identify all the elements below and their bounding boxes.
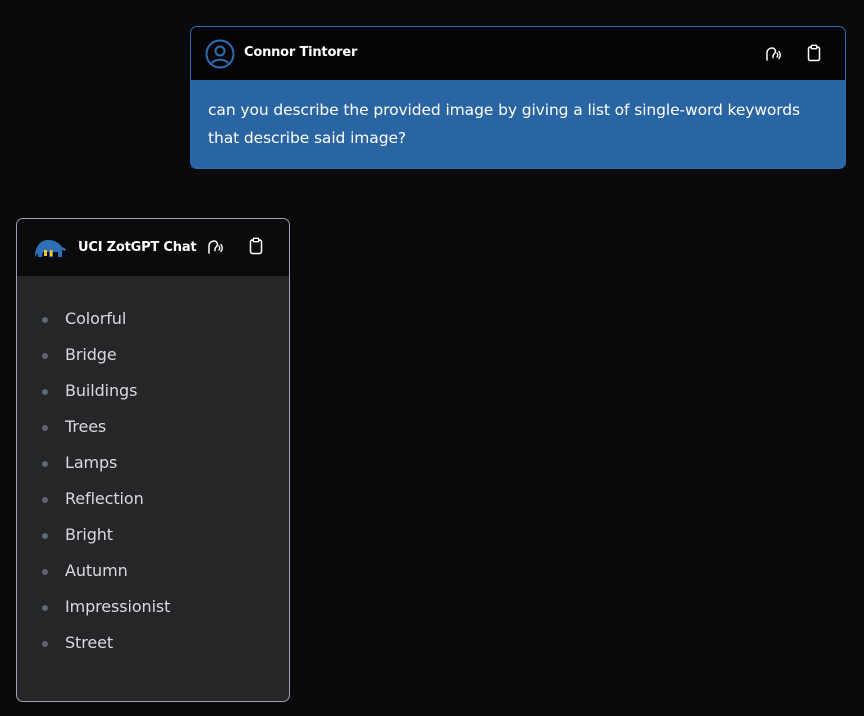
bot-message-header: UCI ZotGPT Chat xyxy=(17,219,289,276)
bot-message-card: UCI ZotGPT Chat Colorful Bridge Building… xyxy=(16,218,290,702)
keyword-text: Bright xyxy=(65,525,113,544)
clipboard-icon[interactable] xyxy=(805,44,823,62)
list-item: Trees xyxy=(17,417,289,457)
user-message-card: Connor Tintorer can you describe the pro… xyxy=(190,26,846,169)
keyword-text: Colorful xyxy=(65,309,127,328)
user-avatar-icon xyxy=(205,39,235,69)
bullet-icon xyxy=(42,569,48,575)
bullet-icon xyxy=(42,425,48,431)
list-item: Impressionist xyxy=(17,597,289,637)
keyword-list: Colorful Bridge Buildings Trees Lamps Re… xyxy=(17,309,289,673)
list-item: Reflection xyxy=(17,489,289,529)
keyword-text: Trees xyxy=(65,417,107,436)
user-message-header: Connor Tintorer xyxy=(191,27,845,80)
bullet-icon xyxy=(42,605,48,611)
user-name: Connor Tintorer xyxy=(244,45,358,60)
clipboard-icon[interactable] xyxy=(247,237,265,255)
bot-name: UCI ZotGPT Chat xyxy=(78,240,197,255)
list-item: Bridge xyxy=(17,345,289,385)
list-item: Lamps xyxy=(17,453,289,493)
bullet-icon xyxy=(42,389,48,395)
keyword-text: Bridge xyxy=(65,345,117,364)
speaker-icon[interactable] xyxy=(206,238,224,256)
bullet-icon xyxy=(42,533,48,539)
keyword-text: Reflection xyxy=(65,489,144,508)
bullet-icon xyxy=(42,353,48,359)
list-item: Street xyxy=(17,633,289,673)
keyword-text: Buildings xyxy=(65,381,138,400)
anteater-logo-icon xyxy=(35,240,66,257)
keyword-text: Lamps xyxy=(65,453,118,472)
list-item: Buildings xyxy=(17,381,289,421)
list-item: Autumn xyxy=(17,561,289,601)
keyword-text: Autumn xyxy=(65,561,128,580)
list-item: Bright xyxy=(17,525,289,565)
speaker-icon[interactable] xyxy=(764,45,782,63)
bullet-icon xyxy=(42,497,48,503)
bullet-icon xyxy=(42,317,48,323)
bullet-icon xyxy=(42,461,48,467)
keyword-text: Impressionist xyxy=(65,597,171,616)
bullet-icon xyxy=(42,641,48,647)
list-item: Colorful xyxy=(17,309,289,349)
user-message-text: can you describe the provided image by g… xyxy=(208,101,801,147)
keyword-text: Street xyxy=(65,633,114,652)
